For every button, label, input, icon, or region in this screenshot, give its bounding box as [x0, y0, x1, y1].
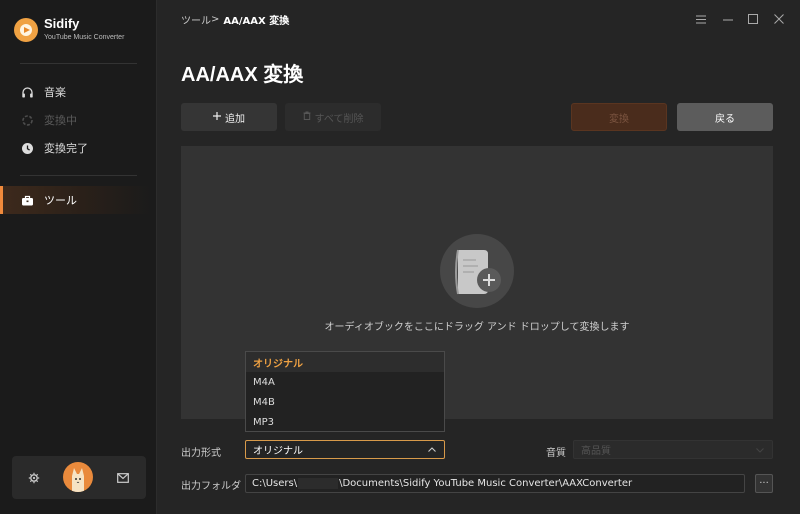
sidebar-divider [20, 63, 137, 64]
sidebar-item-music[interactable]: 音楽 [0, 78, 150, 106]
format-option-m4b[interactable]: M4B [246, 392, 444, 412]
chevron-up-icon [426, 444, 438, 456]
plus-icon [213, 111, 221, 123]
sidebar-item-converting[interactable]: 変換中 [0, 106, 150, 134]
quality-label: 音質 [546, 448, 566, 459]
sidebar-item-label: 変換中 [44, 114, 77, 127]
output-format-select[interactable]: オリジナル [245, 440, 445, 459]
headphones-icon [21, 86, 34, 99]
delete-all-button[interactable]: すべて削除 [285, 103, 381, 131]
output-format-value: オリジナル [253, 446, 303, 457]
output-format-label: 出力形式 [181, 448, 221, 459]
page-title: AA/AAX 変換 [181, 64, 304, 86]
add-button-label: 追加 [225, 113, 245, 125]
sidebar-footer [12, 456, 146, 499]
sidebar-item-label: 音楽 [44, 86, 66, 99]
avatar-icon[interactable] [63, 462, 93, 492]
drop-zone-hint: オーディオブックをここにドラッグ アンド ドロップして変換します [324, 322, 630, 333]
format-option-m4a[interactable]: M4A [246, 372, 444, 392]
brand: Sidify YouTube Music Converter [14, 16, 124, 43]
sidebar-item-label: 変換完了 [44, 142, 88, 155]
output-folder-input[interactable]: C:\Users\ \Documents\Sidify YouTube Musi… [245, 474, 745, 493]
delete-all-button-label: すべて削除 [314, 113, 364, 125]
app-subtitle: YouTube Music Converter [44, 34, 125, 41]
sidebar-item-converted[interactable]: 変換完了 [0, 134, 150, 162]
quality-value: 高品質 [581, 446, 611, 457]
clock-icon [21, 142, 34, 155]
app-name: Sidify [44, 16, 80, 31]
breadcrumb-separator: > [211, 14, 220, 25]
sidify-logo-icon [14, 17, 38, 42]
output-folder-label: 出力フォルダ [181, 481, 241, 492]
close-icon[interactable] [772, 12, 786, 26]
breadcrumb: ツール > AA/AAX 変換 [181, 12, 289, 27]
convert-button[interactable]: 変換 [571, 103, 667, 131]
menu-icon[interactable] [694, 12, 708, 26]
breadcrumb-current: AA/AAX 変換 [223, 16, 290, 27]
maximize-icon[interactable] [746, 12, 760, 26]
trash-icon [303, 111, 311, 123]
format-option-original[interactable]: オリジナル [246, 352, 444, 372]
add-audiobook-icon [440, 234, 514, 308]
back-button[interactable]: 戻る [677, 103, 773, 131]
chevron-down-icon [754, 444, 766, 456]
output-format-dropdown: オリジナル M4A M4B MP3 [245, 351, 445, 432]
breadcrumb-parent[interactable]: ツール [181, 12, 211, 27]
format-option-mp3[interactable]: MP3 [246, 412, 444, 432]
output-folder-suffix: \Documents\Sidify YouTube Music Converte… [339, 478, 633, 489]
gear-icon[interactable] [27, 471, 41, 485]
sidebar: Sidify YouTube Music Converter 音楽 変換中 変換… [0, 0, 157, 514]
spinner-icon [21, 114, 34, 127]
toolbox-icon [21, 194, 34, 207]
add-button[interactable]: 追加 [181, 103, 277, 131]
mail-icon[interactable] [116, 471, 130, 485]
redacted-username [298, 478, 339, 489]
main-panel: ツール > AA/AAX 変換 AA/AAX 変換 追加 すべて削除 変換 戻る [157, 0, 800, 514]
browse-folder-button[interactable]: ··· [755, 474, 773, 493]
output-folder-prefix: C:\Users\ [252, 478, 298, 489]
quality-select[interactable]: 高品質 [573, 440, 773, 459]
minimize-icon[interactable] [721, 12, 735, 26]
sidebar-item-label: ツール [44, 194, 77, 207]
sidebar-item-tools[interactable]: ツール [0, 186, 150, 214]
sidebar-divider [20, 175, 137, 176]
